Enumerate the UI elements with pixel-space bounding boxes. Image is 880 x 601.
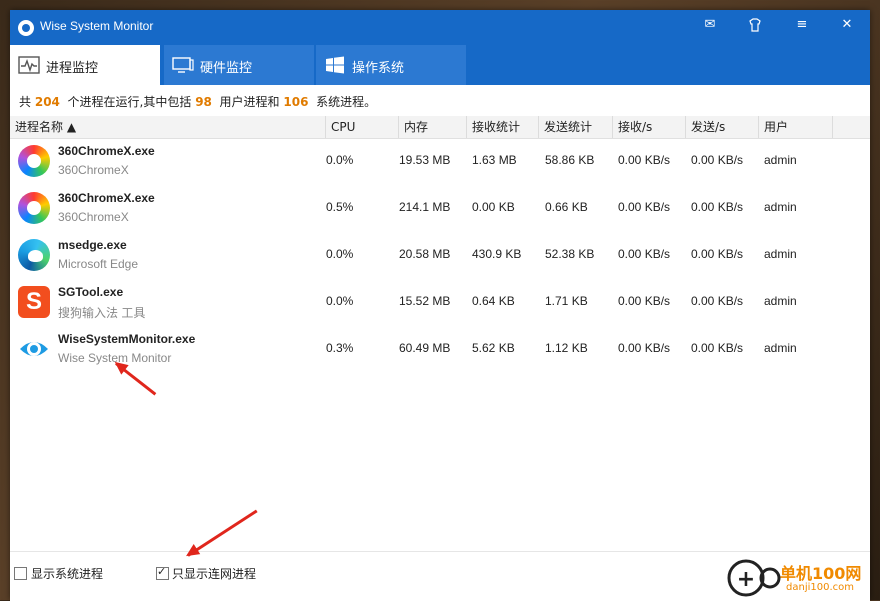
user-value: admin xyxy=(764,341,797,355)
column-header-recv-total[interactable]: 接收统计 xyxy=(467,116,539,138)
send-rate-value: 0.00 KB/s xyxy=(691,153,744,167)
wise-monitor-icon xyxy=(18,333,50,365)
tab-label: 操作系统 xyxy=(352,61,405,76)
app-logo-icon xyxy=(18,20,34,36)
table-row[interactable]: WiseSystemMonitor.exe Wise System Monito… xyxy=(10,326,870,373)
tab-hardware-monitor[interactable]: 硬件监控 xyxy=(164,45,314,85)
cpu-value: 0.5% xyxy=(326,200,354,214)
process-description: 搜狗输入法 工具 xyxy=(58,306,146,320)
cpu-value: 0.0% xyxy=(326,153,354,167)
menu-icon[interactable]: ≡ xyxy=(787,14,817,36)
process-description: 360ChromeX xyxy=(58,210,129,224)
window-title: Wise System Monitor xyxy=(40,19,154,33)
send-rate-value: 0.00 KB/s xyxy=(691,294,744,308)
send-total-value: 1.71 KB xyxy=(545,294,588,308)
process-description: 360ChromeX xyxy=(58,163,129,177)
memory-value: 15.52 MB xyxy=(399,294,451,308)
recv-rate-value: 0.00 KB/s xyxy=(618,341,671,355)
main-window: Wise System Monitor ✉ ≡ ✕ 进程监控 硬件监控 操作系统… xyxy=(10,10,870,601)
memory-value: 214.1 MB xyxy=(399,200,451,214)
process-name: WiseSystemMonitor.exe xyxy=(58,332,196,346)
table-row[interactable]: S SGTool.exe 搜狗输入法 工具 0.0% 15.52 MB 0.64… xyxy=(10,279,870,326)
recv-rate-value: 0.00 KB/s xyxy=(618,200,671,214)
chrome360-icon xyxy=(18,145,50,177)
user-value: admin xyxy=(764,153,797,167)
process-name: msedge.exe xyxy=(58,238,127,252)
cpu-value: 0.0% xyxy=(326,294,354,308)
watermark-title: 单机100网 xyxy=(780,564,862,583)
table-row[interactable]: 360ChromeX.exe 360ChromeX 0.5% 214.1 MB … xyxy=(10,185,870,232)
tab-operating-system[interactable]: 操作系统 xyxy=(316,45,466,85)
column-header-recv-rate[interactable]: 接收/s xyxy=(613,116,686,138)
column-header-send-total[interactable]: 发送统计 xyxy=(539,116,613,138)
column-header-memory[interactable]: 内存 xyxy=(399,116,467,138)
process-name: 360ChromeX.exe xyxy=(58,144,155,158)
process-summary: 共 204 个进程在运行,其中包括 98 用户进程和 106 系统进程。 xyxy=(19,95,377,109)
process-name: 360ChromeX.exe xyxy=(58,191,155,205)
tab-label: 进程监控 xyxy=(46,61,99,76)
process-name: SGTool.exe xyxy=(58,285,124,299)
column-header-name[interactable]: 进程名称 ▲ xyxy=(10,116,326,138)
user-value: admin xyxy=(764,247,797,261)
windows-icon xyxy=(324,56,346,74)
send-rate-value: 0.00 KB/s xyxy=(691,247,744,261)
column-header-cpu[interactable]: CPU xyxy=(326,116,399,138)
memory-value: 60.49 MB xyxy=(399,341,451,355)
activity-icon xyxy=(18,56,40,74)
mail-icon[interactable]: ✉ xyxy=(695,14,725,36)
send-rate-value: 0.00 KB/s xyxy=(691,341,744,355)
column-header-send-rate[interactable]: 发送/s xyxy=(686,116,759,138)
recv-total-value: 430.9 KB xyxy=(472,247,522,261)
send-rate-value: 0.00 KB/s xyxy=(691,200,744,214)
close-icon[interactable]: ✕ xyxy=(832,14,862,36)
recv-total-value: 0.64 KB xyxy=(472,294,515,308)
user-value: admin xyxy=(764,200,797,214)
watermark-url: danji100.com xyxy=(786,582,854,593)
send-total-value: 0.66 KB xyxy=(545,200,588,214)
recv-total-value: 0.00 KB xyxy=(472,200,515,214)
recv-rate-value: 0.00 KB/s xyxy=(618,294,671,308)
title-bar[interactable]: Wise System Monitor ✉ ≡ ✕ 进程监控 硬件监控 操作系统 xyxy=(10,10,870,85)
sogou-icon: S xyxy=(18,286,50,318)
skin-icon[interactable] xyxy=(740,14,770,36)
show-network-checkbox[interactable] xyxy=(156,565,169,580)
cpu-value: 0.3% xyxy=(326,341,354,355)
cpu-value: 0.0% xyxy=(326,247,354,261)
user-value: admin xyxy=(764,294,797,308)
table-row[interactable]: msedge.exe Microsoft Edge 0.0% 20.58 MB … xyxy=(10,232,870,279)
recv-rate-value: 0.00 KB/s xyxy=(618,153,671,167)
send-total-value: 52.38 KB xyxy=(545,247,595,261)
send-total-value: 1.12 KB xyxy=(545,341,588,355)
tab-process-monitor[interactable]: 进程监控 xyxy=(10,45,160,85)
recv-rate-value: 0.00 KB/s xyxy=(618,247,671,261)
edge-icon xyxy=(18,239,50,271)
monitor-icon xyxy=(172,56,194,74)
show-system-label[interactable]: 显示系统进程 xyxy=(31,565,103,582)
recv-total-value: 1.63 MB xyxy=(472,153,517,167)
table-header: 进程名称 ▲ CPU 内存 接收统计 发送统计 接收/s 发送/s 用户 xyxy=(10,116,870,139)
show-network-label[interactable]: 只显示连网进程 xyxy=(172,565,256,582)
show-system-checkbox[interactable] xyxy=(14,567,27,580)
memory-value: 20.58 MB xyxy=(399,247,451,261)
chrome360-icon xyxy=(18,192,50,224)
process-description: Microsoft Edge xyxy=(58,257,139,271)
watermark: + 单机100网 danji100.com xyxy=(724,548,880,600)
svg-text:+: + xyxy=(737,567,755,592)
recv-total-value: 5.62 KB xyxy=(472,341,515,355)
table-row[interactable]: 360ChromeX.exe 360ChromeX 0.0% 19.53 MB … xyxy=(10,138,870,185)
tab-label: 硬件监控 xyxy=(200,61,253,76)
column-header-user[interactable]: 用户 xyxy=(759,116,833,138)
send-total-value: 58.86 KB xyxy=(545,153,595,167)
memory-value: 19.53 MB xyxy=(399,153,451,167)
